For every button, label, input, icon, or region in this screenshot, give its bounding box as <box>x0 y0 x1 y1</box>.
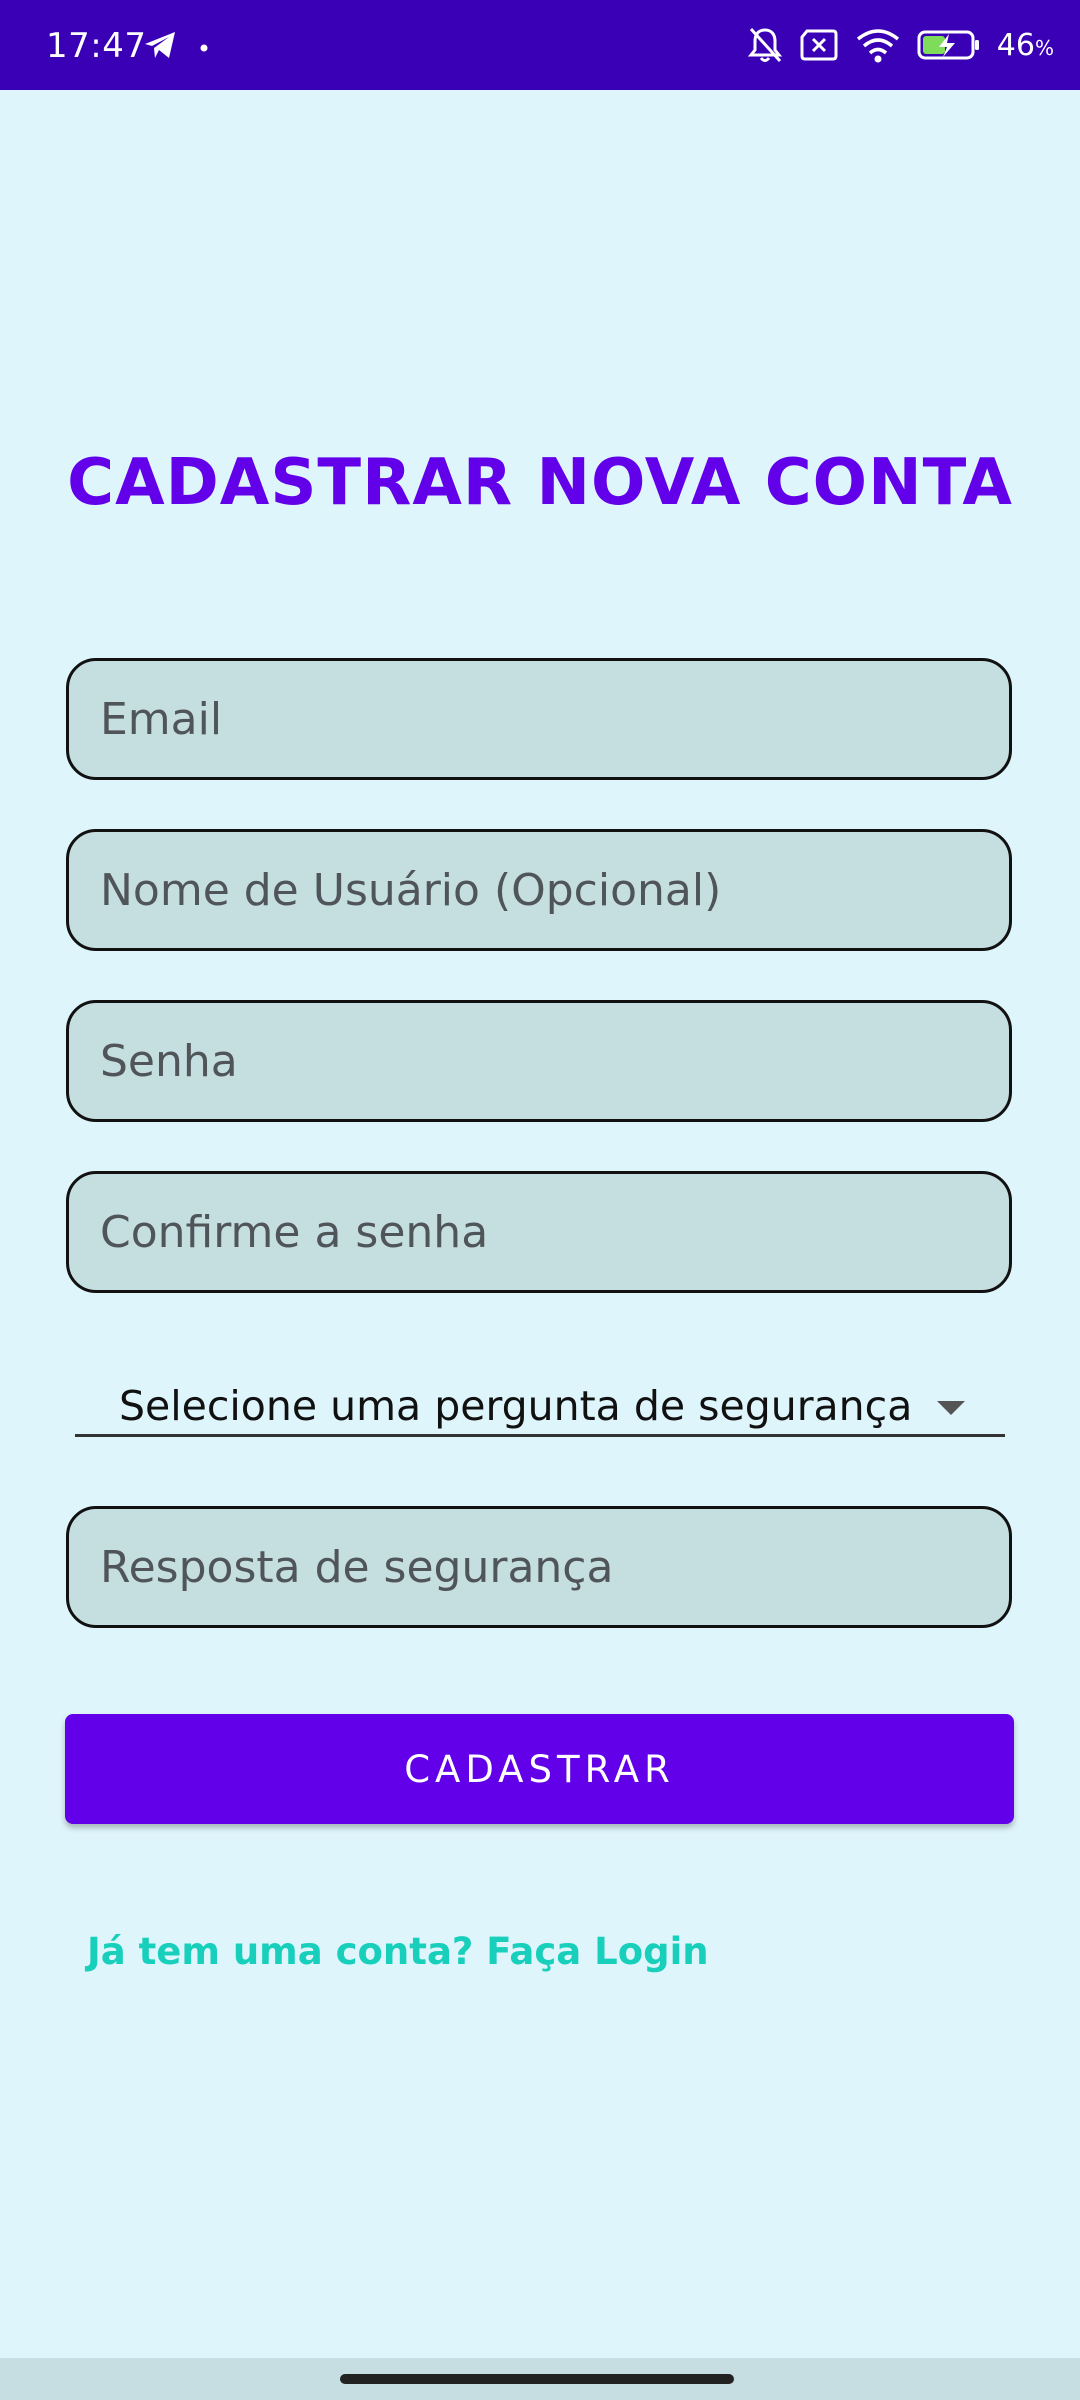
username-input[interactable] <box>69 832 1009 948</box>
email-input[interactable] <box>69 661 1009 777</box>
status-left-icons <box>143 30 209 64</box>
battery-charging-icon <box>917 29 981 65</box>
confirm-password-input[interactable] <box>69 1174 1009 1290</box>
battery-percent-symbol: % <box>1034 36 1054 60</box>
dot-icon <box>199 38 209 57</box>
status-time: 17:47 <box>46 26 147 66</box>
password-field[interactable] <box>66 1000 1012 1122</box>
dropdown-arrow-icon <box>937 1401 965 1415</box>
security-question-selected: Selecione uma pergunta de segurança <box>119 1382 913 1430</box>
security-question-dropdown[interactable]: Selecione uma pergunta de segurança <box>75 1375 1005 1437</box>
bell-off-icon <box>747 26 783 68</box>
wifi-icon <box>855 27 901 67</box>
confirm-password-field[interactable] <box>66 1171 1012 1293</box>
register-button[interactable]: CADASTRAR <box>65 1714 1014 1824</box>
security-answer-field[interactable] <box>66 1506 1012 1628</box>
security-answer-input[interactable] <box>69 1509 1009 1625</box>
navigation-bar <box>0 2358 1080 2400</box>
status-right-icons: 46% <box>747 26 1054 68</box>
page-title: CADASTRAR NOVA CONTA <box>67 446 1013 520</box>
battery-percent-value: 46 <box>996 28 1035 63</box>
login-link[interactable]: Já tem uma conta? Faça Login <box>87 1926 709 1978</box>
username-field[interactable] <box>66 829 1012 951</box>
register-button-label: CADASTRAR <box>404 1747 675 1791</box>
password-input[interactable] <box>69 1003 1009 1119</box>
home-indicator[interactable] <box>340 2374 734 2384</box>
battery-percent: 46% <box>997 27 1054 67</box>
sim-off-icon <box>799 28 839 66</box>
email-field[interactable] <box>66 658 1012 780</box>
telegram-icon <box>143 30 177 64</box>
status-bar: 17:47 46% <box>0 0 1080 90</box>
